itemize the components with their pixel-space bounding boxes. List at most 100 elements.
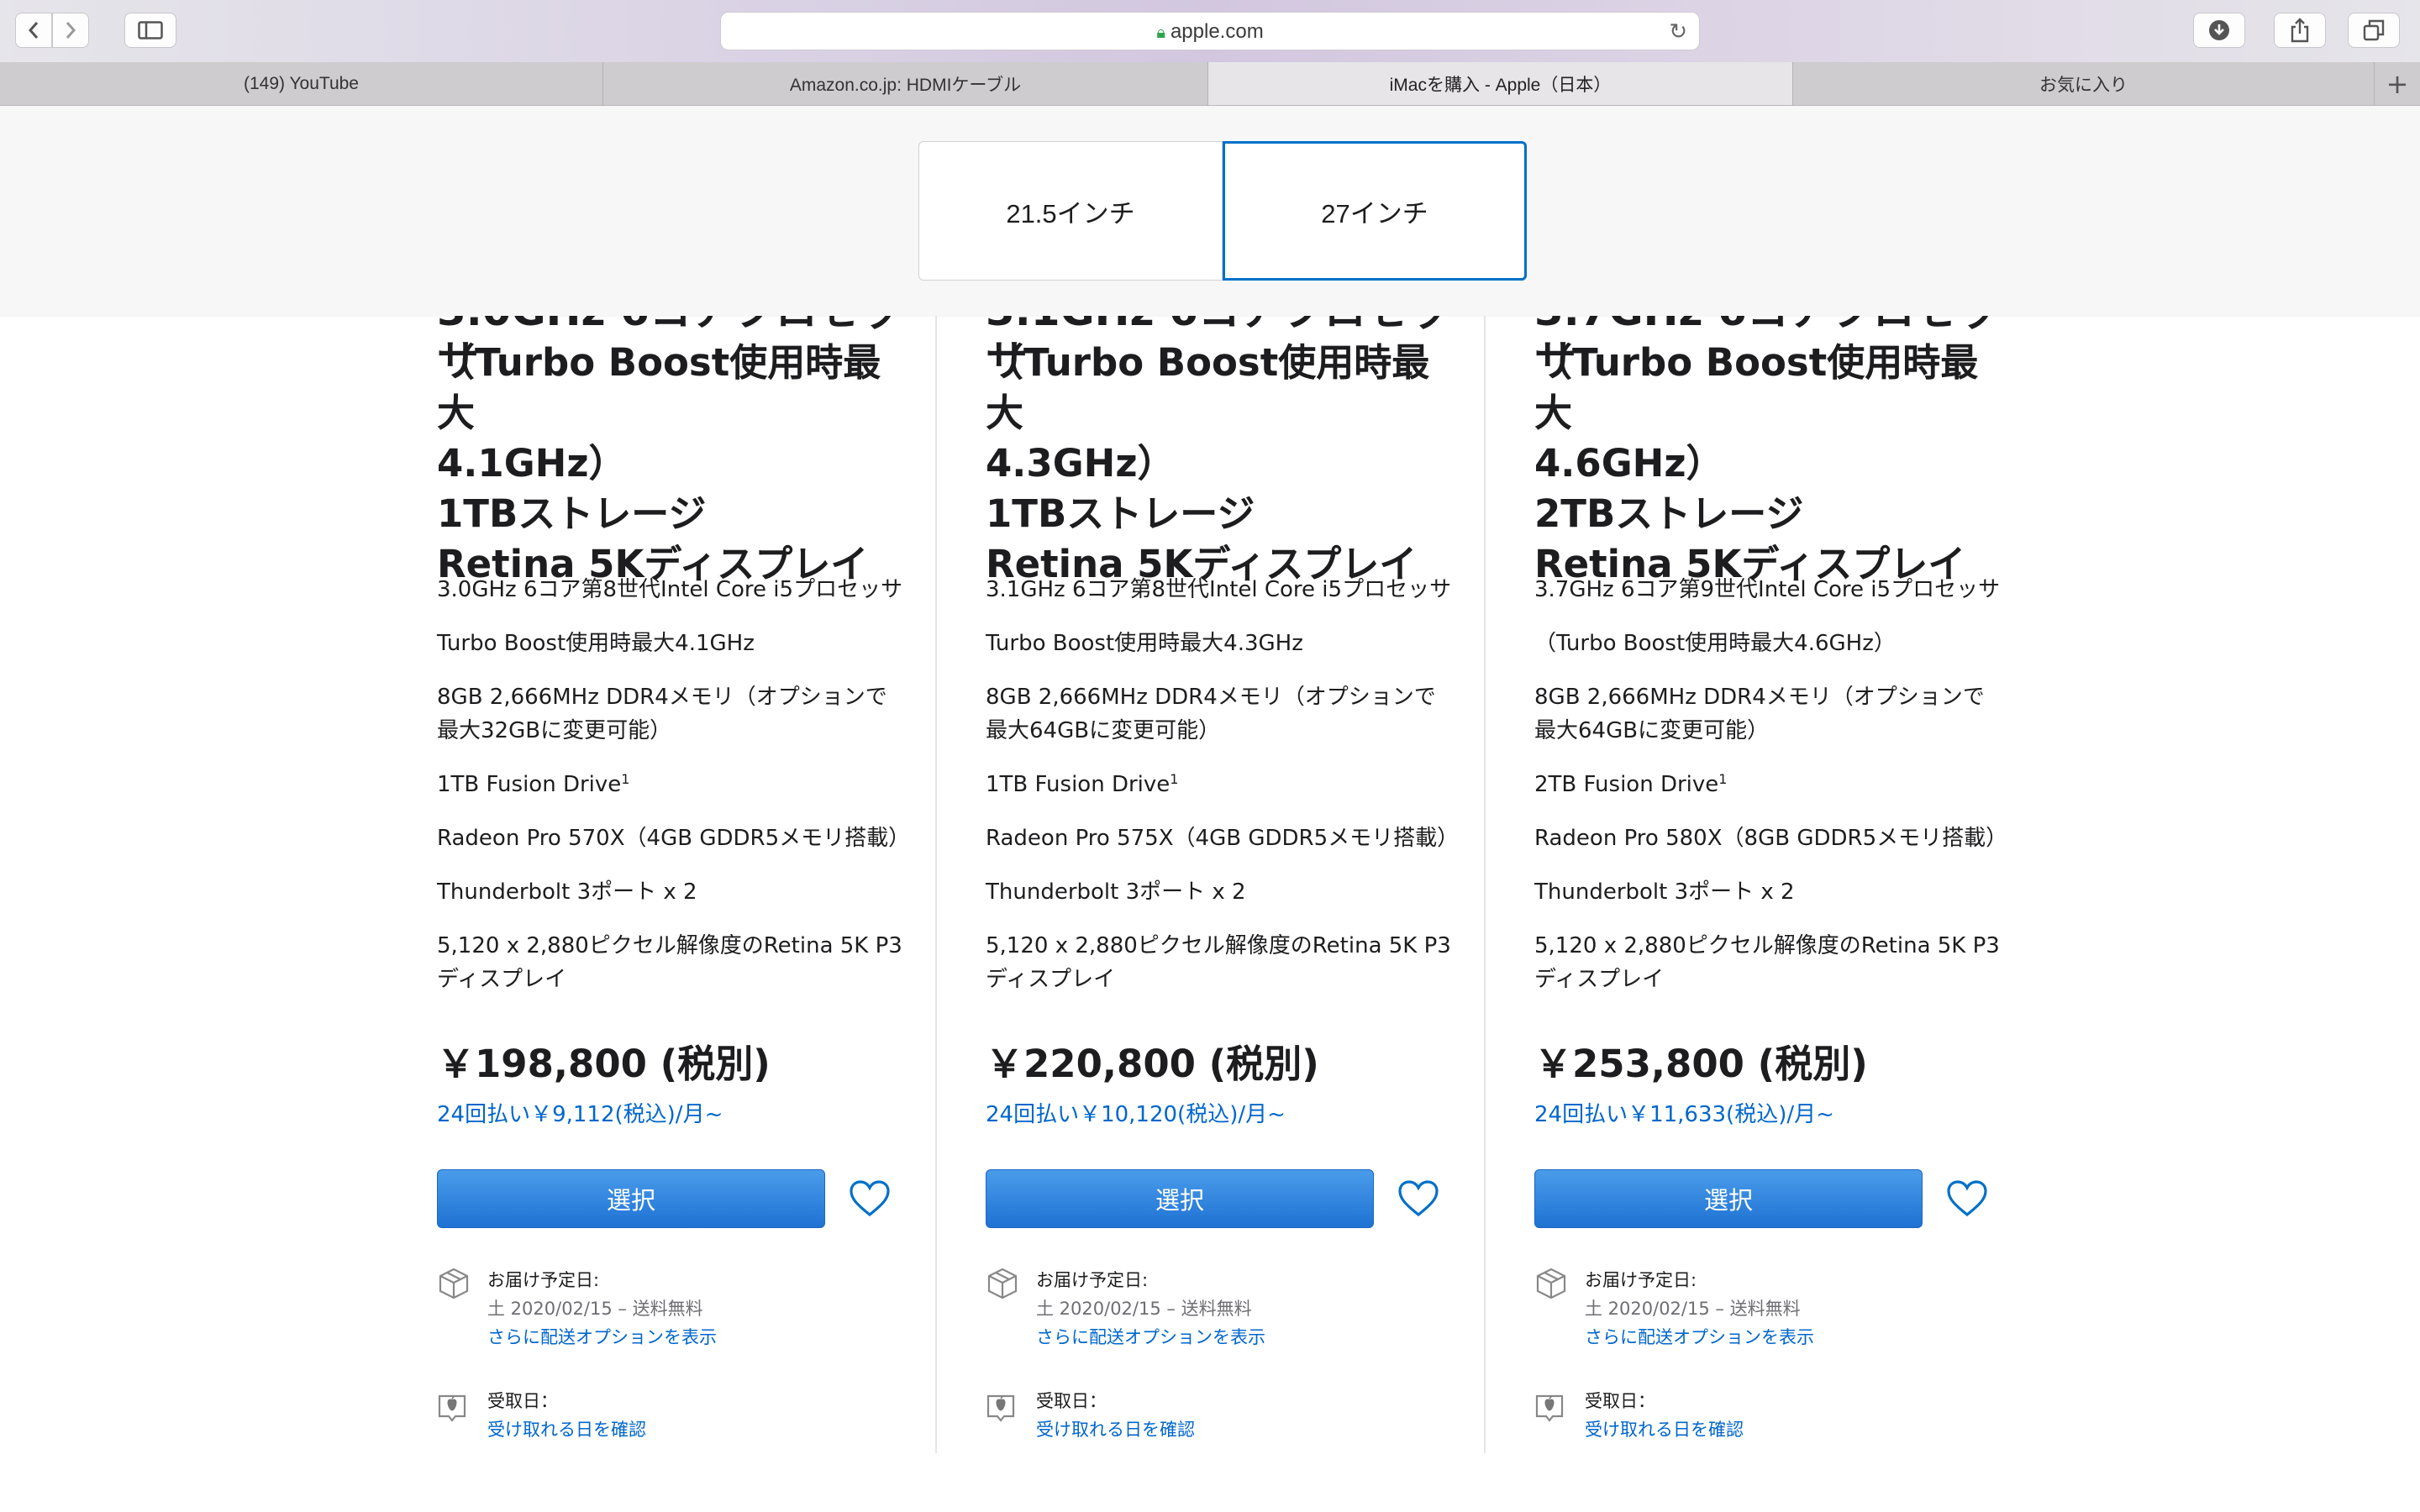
tab-amazon[interactable]: Amazon.co.jp: HDMIケーブル	[603, 62, 1208, 105]
delivery-options-link[interactable]: さらに配送オプションを表示	[487, 1324, 717, 1349]
monthly-payment-link[interactable]: 24回払い￥10,120(税込)/月~	[986, 1097, 1286, 1128]
tab-bar: (149) YouTube Amazon.co.jp: HDMIケーブル iMa…	[0, 62, 2420, 106]
sidebar-icon	[138, 21, 163, 39]
model-title-line: （Turbo Boost使用時最大	[437, 340, 881, 435]
spec-graphics: Radeon Pro 570X（4GB GDDR5メモリ搭載）	[437, 826, 911, 851]
pickup-check-link[interactable]: 受け取れる日を確認	[1036, 1416, 1195, 1441]
footnote-marker[interactable]: 1	[1718, 771, 1727, 787]
url-label: apple.com	[1170, 20, 1264, 43]
size-option-21-5[interactable]: 21.5インチ	[918, 141, 1223, 281]
lock-icon: 🔒︎	[1156, 24, 1165, 42]
footnote-marker[interactable]: 1	[1170, 771, 1178, 787]
spec-list: 3.0GHz 6コア第8世代Intel Core i5プロセッサ Turbo B…	[437, 573, 911, 1016]
model-title: （Turbo Boost使用時最大 4.1GHz） 1TBストレージ Retin…	[437, 338, 908, 590]
select-button[interactable]: 選択	[1534, 1169, 1923, 1228]
spec-storage: 1TB Fusion Drive1	[437, 768, 908, 801]
back-button[interactable]	[15, 13, 52, 48]
model-title-line: 4.1GHz）	[437, 441, 627, 486]
size-selector-bar: 21.5インチ 27インチ	[0, 106, 2420, 316]
spec-graphics: Radeon Pro 575X（4GB GDDR5メモリ搭載）	[986, 826, 1460, 851]
spec-ports: Thunderbolt 3ポート x 2	[1534, 879, 1795, 905]
model-title-line: （Turbo Boost使用時最大	[986, 340, 1430, 435]
delivery-options-link[interactable]: さらに配送オプションを表示	[1036, 1324, 1265, 1349]
delivery-label: お届け予定日:	[487, 1270, 600, 1290]
box-icon	[987, 1268, 1018, 1299]
price: ￥198,800 (税別)	[437, 1042, 771, 1086]
delivery-date: 土 2020/02/15 – 送料無料	[1036, 1299, 1252, 1319]
tab-apple-imac[interactable]: iMacを購入 - Apple（日本）	[1208, 62, 1793, 105]
spec-graphics: Radeon Pro 580X（8GB GDDR5メモリ搭載）	[1534, 826, 2008, 851]
box-icon	[439, 1268, 469, 1299]
pickup-label: 受取日：	[1585, 1391, 1655, 1411]
spec-display: 5,120 x 2,880ピクセル解像度のRetina 5K P3ディスプレイ	[1534, 933, 2000, 992]
tab-label: iMacを購入 - Apple（日本）	[1389, 75, 1612, 95]
reload-icon[interactable]: ↻	[1669, 19, 1687, 45]
spec-cpu: 3.7GHz 6コア第9世代Intel Core i5プロセッサ	[1534, 577, 2001, 602]
spec-display: 5,120 x 2,880ピクセル解像度のRetina 5K P3ディスプレイ	[986, 933, 1451, 992]
apple-store-icon	[1535, 1394, 1564, 1422]
spec-memory: 8GB 2,666MHz DDR4メモリ（オプションで最大64GBに変更可能）	[986, 685, 1436, 743]
share-icon	[2291, 18, 2309, 43]
forward-button[interactable]	[52, 13, 89, 48]
model-title-line: （Turbo Boost使用時最大	[1534, 340, 1979, 435]
download-icon	[2209, 20, 2229, 40]
spec-turbo: Turbo Boost使用時最大4.1GHz	[437, 631, 755, 656]
spec-cpu: 3.1GHz 6コア第8世代Intel Core i5プロセッサ	[986, 577, 1452, 602]
model-title-line: 1TBストレージ	[986, 491, 1255, 536]
delivery-options-link[interactable]: さらに配送オプションを表示	[1585, 1324, 1814, 1349]
new-tab-button[interactable]: +	[2375, 62, 2420, 105]
column-divider	[935, 316, 937, 1453]
tabs-overview-icon	[2363, 19, 2385, 41]
heart-icon[interactable]	[849, 1179, 891, 1218]
pickup-check-link[interactable]: 受け取れる日を確認	[487, 1416, 646, 1441]
model-title: （Turbo Boost使用時最大 4.3GHz） 1TBストレージ Retin…	[986, 338, 1456, 590]
spec-storage-text: 2TB Fusion Drive	[1534, 772, 1719, 797]
spec-turbo: Turbo Boost使用時最大4.3GHz	[986, 631, 1303, 656]
spec-cpu: 3.0GHz 6コア第8世代Intel Core i5プロセッサ	[437, 577, 903, 602]
tab-youtube[interactable]: (149) YouTube	[0, 62, 603, 105]
tab-favorites[interactable]: お気に入り	[1793, 62, 2375, 105]
url-text: 🔒︎ apple.com	[721, 20, 1699, 44]
select-button[interactable]: 選択	[437, 1169, 825, 1228]
heart-icon[interactable]	[1397, 1179, 1439, 1218]
spec-storage-text: 1TB Fusion Drive	[437, 772, 622, 797]
heart-icon[interactable]	[1946, 1179, 1988, 1218]
spec-list: 3.7GHz 6コア第9世代Intel Core i5プロセッサ （Turbo …	[1534, 573, 2008, 1016]
tabs-overview-button[interactable]	[2348, 13, 2400, 48]
apple-store-icon	[438, 1394, 466, 1422]
column-divider	[1484, 316, 1486, 1453]
box-icon	[1536, 1268, 1566, 1299]
tab-label: お気に入り	[2039, 75, 2128, 95]
address-bar[interactable]: 🔒︎ apple.com ↻	[720, 12, 1700, 50]
footnote-marker[interactable]: 1	[621, 771, 629, 787]
model-title: （Turbo Boost使用時最大 4.6GHz） 2TBストレージ Retin…	[1534, 338, 2005, 590]
download-button[interactable]	[2193, 13, 2245, 48]
spec-storage: 1TB Fusion Drive1	[986, 768, 1456, 801]
price: ￥220,800 (税別)	[986, 1042, 1319, 1086]
model-title-line: 1TBストレージ	[437, 491, 707, 536]
chevron-right-icon	[66, 22, 76, 39]
select-button[interactable]: 選択	[986, 1169, 1374, 1228]
share-button[interactable]	[2274, 13, 2326, 48]
tab-label: Amazon.co.jp: HDMIケーブル	[789, 75, 1022, 95]
spec-memory: 8GB 2,666MHz DDR4メモリ（オプションで最大32GBに変更可能）	[437, 685, 887, 743]
model-title-line: 4.3GHz）	[986, 441, 1176, 486]
pickup-check-link[interactable]: 受け取れる日を確認	[1585, 1416, 1744, 1441]
monthly-payment-link[interactable]: 24回払い￥9,112(税込)/月~	[437, 1097, 723, 1128]
spec-storage: 2TB Fusion Drive1	[1534, 768, 2005, 801]
size-option-27-selected[interactable]: 27インチ	[1223, 141, 1527, 281]
price: ￥253,800 (税別)	[1534, 1042, 1868, 1086]
delivery-label: お届け予定日:	[1585, 1270, 1697, 1290]
pickup-label: 受取日：	[1036, 1391, 1107, 1411]
tab-label: (149) YouTube	[243, 73, 359, 93]
model-title-line: 2TBストレージ	[1534, 491, 1804, 536]
delivery-label: お届け予定日:	[1036, 1270, 1149, 1290]
sidebar-button[interactable]	[124, 13, 176, 48]
delivery-date: 土 2020/02/15 – 送料無料	[487, 1299, 703, 1319]
model-title-line: 4.6GHz）	[1534, 441, 1724, 486]
delivery-date: 土 2020/02/15 – 送料無料	[1585, 1299, 1801, 1319]
spec-ports: Thunderbolt 3ポート x 2	[437, 879, 697, 905]
browser-toolbar: 🔒︎ apple.com ↻	[0, 0, 2420, 62]
spec-turbo: （Turbo Boost使用時最大4.6GHz）	[1534, 631, 1896, 656]
monthly-payment-link[interactable]: 24回払い￥11,633(税込)/月~	[1534, 1097, 1834, 1128]
